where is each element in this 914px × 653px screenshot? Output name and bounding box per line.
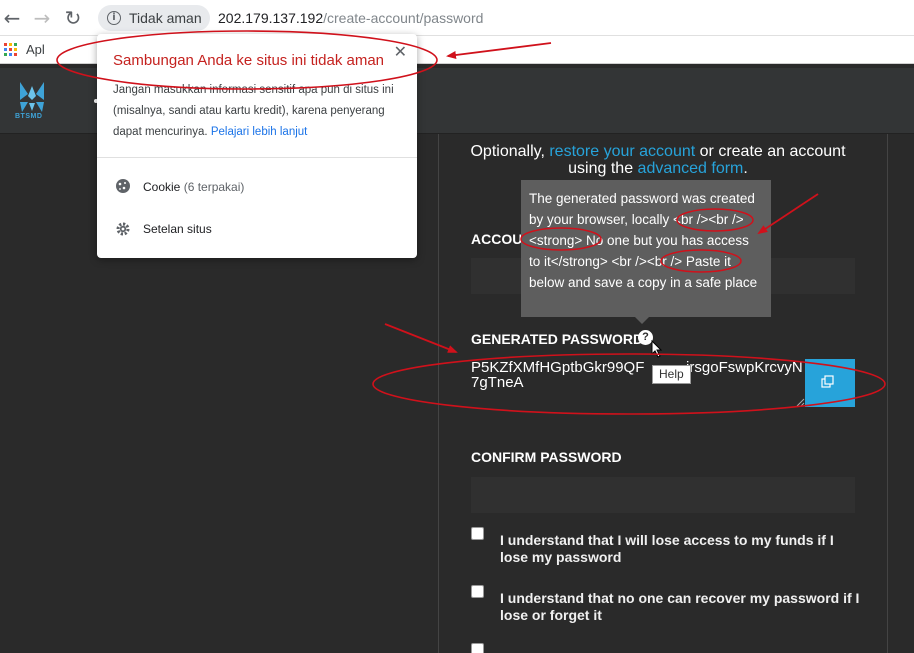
- lose-access-label: I understand that I will lose access to …: [500, 532, 834, 565]
- copy-icon: [821, 375, 834, 388]
- popup-title: Sambungan Anda ke situs ini tidak aman: [113, 52, 385, 69]
- popup-body: Jangan masukkan informasi sensitif apa p…: [113, 80, 403, 143]
- security-chip[interactable]: i Tidak aman: [98, 5, 210, 31]
- mouse-cursor-icon: [651, 340, 663, 358]
- confirm-password-label: CONFIRM PASSWORD: [471, 449, 622, 465]
- logo-text: BTSMD: [15, 113, 43, 120]
- forward-icon[interactable]: →: [30, 6, 54, 30]
- account-name-label: ACCOU: [471, 231, 523, 247]
- lose-access-checkbox[interactable]: [471, 527, 484, 540]
- site-info-popup: ✕ Sambungan Anda ke situs ini tidak aman…: [97, 34, 417, 258]
- optional-text: Optionally, restore your account or crea…: [458, 143, 858, 177]
- url-path: /create-account/password: [323, 10, 484, 26]
- learn-more-link[interactable]: Pelajari lebih lanjut: [211, 126, 308, 138]
- security-chip-label: Tidak aman: [129, 10, 202, 26]
- restore-account-link[interactable]: restore your account: [549, 143, 695, 160]
- apps-grid-icon[interactable]: [4, 43, 18, 57]
- url-text[interactable]: 202.179.137.192/create-account/password: [218, 10, 483, 26]
- optional-text-part: .: [743, 160, 748, 177]
- generated-password-field[interactable]: P5KZfXMfHGptbGkr99QF irsgoFswpKrcvyN7gTn…: [471, 357, 805, 407]
- popup-divider: [97, 157, 417, 158]
- generated-password-label: GENERATED PASSWORD: [471, 331, 644, 347]
- gear-icon: [116, 222, 130, 236]
- no-recovery-checkbox[interactable]: [471, 585, 484, 598]
- site-settings-row[interactable]: Setelan situs: [143, 222, 212, 236]
- advanced-form-link[interactable]: advanced form: [638, 160, 744, 177]
- help-tooltip: Help: [652, 365, 691, 384]
- address-bar[interactable]: i Tidak aman 202.179.137.192/create-acco…: [98, 5, 598, 31]
- back-icon[interactable]: ←: [0, 6, 24, 30]
- apps-bookmark-label[interactable]: Apl: [26, 42, 45, 57]
- password-tooltip: The generated password was created by yo…: [521, 180, 771, 317]
- reload-icon[interactable]: ↻: [61, 6, 85, 30]
- cookie-label: Cookie: [143, 180, 181, 194]
- third-checkbox[interactable]: [471, 643, 484, 653]
- confirm-password-input[interactable]: [471, 477, 855, 513]
- url-host: 202.179.137.192: [218, 10, 324, 26]
- close-icon[interactable]: ✕: [394, 42, 407, 62]
- cookie-count: (6 terpakai): [183, 180, 245, 194]
- info-icon: i: [107, 11, 121, 25]
- cookie-row[interactable]: Cookie (6 terpakai): [143, 180, 244, 194]
- resize-handle-icon[interactable]: [795, 397, 805, 407]
- optional-text-part: Optionally,: [470, 143, 550, 160]
- cookie-icon: [116, 179, 130, 193]
- no-recovery-label: I understand that no one can recover my …: [500, 590, 860, 623]
- tooltip-arrow: [635, 317, 649, 324]
